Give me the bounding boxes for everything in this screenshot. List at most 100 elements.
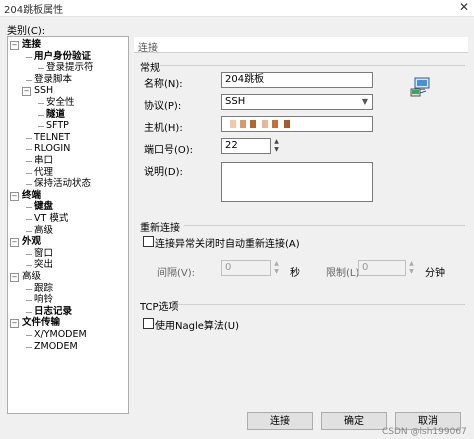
tree-connector — [26, 172, 32, 174]
tree-item[interactable]: ZMODEM — [34, 341, 78, 352]
network-computer-icon — [410, 77, 430, 97]
general-group-divider — [160, 65, 465, 66]
breadcrumb: 连接 — [134, 37, 468, 54]
tree-item[interactable]: 日志记录 — [34, 306, 72, 317]
tree-item[interactable]: SSH — [34, 85, 53, 96]
tree-connector — [26, 311, 32, 313]
name-value: 204跳板 — [225, 74, 265, 85]
tree-connector — [26, 253, 32, 255]
close-icon[interactable]: ✕ — [454, 0, 474, 15]
port-spinner[interactable]: ▲ ▼ — [272, 138, 281, 154]
chevron-down-icon: ▼ — [361, 97, 369, 106]
tree-item[interactable]: 键盘 — [34, 201, 53, 212]
tree-connector — [26, 300, 32, 302]
description-label: 说明(D): — [144, 167, 183, 178]
tree-item[interactable]: RLOGIN — [34, 143, 70, 154]
ok-button[interactable]: 确定 — [321, 412, 387, 430]
collapse-toggle-icon[interactable]: − — [10, 238, 19, 248]
tree-item[interactable]: 用户身份验证 — [34, 51, 91, 62]
limit-unit: 分钟 — [425, 268, 445, 279]
tree-connector — [26, 79, 32, 81]
tree-item[interactable]: X/YMODEM — [34, 329, 87, 340]
tree-connector — [38, 114, 44, 116]
auto-reconnect-label: 连接异常关闭时自动重新连接(A) — [155, 239, 300, 250]
connect-button[interactable]: 连接 — [247, 412, 313, 430]
tree-item[interactable]: 安全性 — [46, 97, 75, 108]
protocol-value: SSH — [225, 96, 246, 107]
tree-connector — [26, 184, 32, 186]
nagle-checkbox[interactable] — [143, 318, 154, 329]
auto-reconnect-checkbox[interactable] — [143, 236, 154, 247]
watermark: CSDN @lsh199067 — [382, 427, 467, 437]
interval-label: 间隔(V): — [157, 268, 196, 279]
tree-item[interactable]: 响铃 — [34, 294, 53, 305]
collapse-toggle-icon[interactable]: − — [22, 87, 31, 97]
spin-up-icon[interactable]: ▲ — [272, 138, 281, 146]
tree-connector — [26, 56, 32, 58]
tree-item[interactable]: 终端 — [22, 190, 41, 201]
redacted-mark — [262, 120, 268, 128]
tree-item[interactable]: 跟踪 — [34, 283, 53, 294]
tree-item[interactable]: 登录脚本 — [34, 74, 72, 85]
nagle-label: 使用Nagle算法(U) — [155, 321, 240, 332]
port-label: 端口号(O): — [144, 145, 194, 156]
spin-down-icon[interactable]: ▼ — [272, 146, 281, 154]
limit-value: 0 — [362, 262, 369, 273]
tree-connector — [26, 230, 32, 232]
breadcrumb-label: 连接 — [138, 43, 158, 54]
tree-item[interactable]: 登录提示符 — [46, 62, 94, 73]
tree-item[interactable]: 保持活动状态 — [34, 178, 91, 189]
protocol-select[interactable]: SSH ▼ — [221, 94, 373, 110]
tree-item[interactable]: SFTP — [46, 120, 69, 131]
tree-connector — [26, 265, 32, 267]
redacted-mark — [250, 120, 256, 128]
tree-connector — [26, 346, 32, 348]
port-value: 22 — [225, 140, 238, 151]
redacted-mark — [272, 120, 278, 128]
host-input[interactable] — [221, 116, 373, 132]
reconnect-group-title: 重新连接 — [140, 223, 180, 234]
tree-item[interactable]: VT 模式 — [34, 213, 68, 224]
category-tree[interactable]: 连接 − 用户身份验证 登录提示符 登录脚本 SSH − 安全性 隧道 SFTP TELNET RLO… — [7, 36, 129, 414]
tree-connector — [26, 335, 32, 336]
tree-item[interactable]: 高级 — [34, 225, 53, 236]
category-label: 类别(C): — [7, 26, 46, 37]
tree-item[interactable]: 代理 — [34, 167, 53, 178]
collapse-toggle-icon[interactable]: − — [10, 319, 19, 329]
tree-item[interactable]: 串口 — [34, 155, 53, 166]
tree-item[interactable]: 突出 — [34, 259, 53, 270]
host-label: 主机(H): — [144, 123, 183, 134]
redacted-mark — [284, 120, 290, 128]
description-textarea[interactable] — [221, 162, 373, 202]
tree-item[interactable]: 连接 — [22, 39, 41, 50]
tree-item[interactable]: 隧道 — [46, 109, 65, 120]
tree-item[interactable]: 窗口 — [34, 248, 53, 259]
tree-item[interactable]: 文件传输 — [22, 317, 60, 328]
interval-spinner[interactable]: ▲ ▼ — [272, 260, 281, 276]
reconnect-group-divider — [184, 225, 465, 226]
tree-item[interactable]: TELNET — [34, 132, 70, 143]
tree-item[interactable]: 外观 — [22, 236, 41, 247]
tree-connector — [26, 149, 32, 151]
tree-connector — [38, 103, 44, 104]
spin-down-icon[interactable]: ▼ — [407, 268, 416, 276]
port-input[interactable]: 22 — [221, 138, 271, 154]
redacted-mark — [240, 120, 246, 128]
tree-item[interactable]: 高级 — [22, 271, 41, 282]
window-title: 204跳板属性 — [4, 5, 64, 16]
collapse-toggle-icon[interactable]: − — [10, 191, 19, 201]
limit-input[interactable]: 0 — [358, 260, 406, 276]
name-label: 名称(N): — [144, 79, 183, 90]
spin-down-icon[interactable]: ▼ — [272, 268, 281, 276]
tree-connector — [38, 68, 44, 70]
redacted-mark — [230, 120, 236, 128]
limit-spinner[interactable]: ▲ ▼ — [407, 260, 416, 276]
spin-up-icon[interactable]: ▲ — [407, 260, 416, 268]
tcp-group-title: TCP选项 — [140, 302, 179, 313]
protocol-label: 协议(P): — [144, 101, 182, 112]
collapse-toggle-icon[interactable]: − — [10, 273, 19, 282]
collapse-toggle-icon[interactable]: − — [10, 41, 19, 50]
interval-input[interactable]: 0 — [221, 260, 271, 276]
spin-up-icon[interactable]: ▲ — [272, 260, 281, 268]
name-input[interactable]: 204跳板 — [221, 72, 373, 88]
